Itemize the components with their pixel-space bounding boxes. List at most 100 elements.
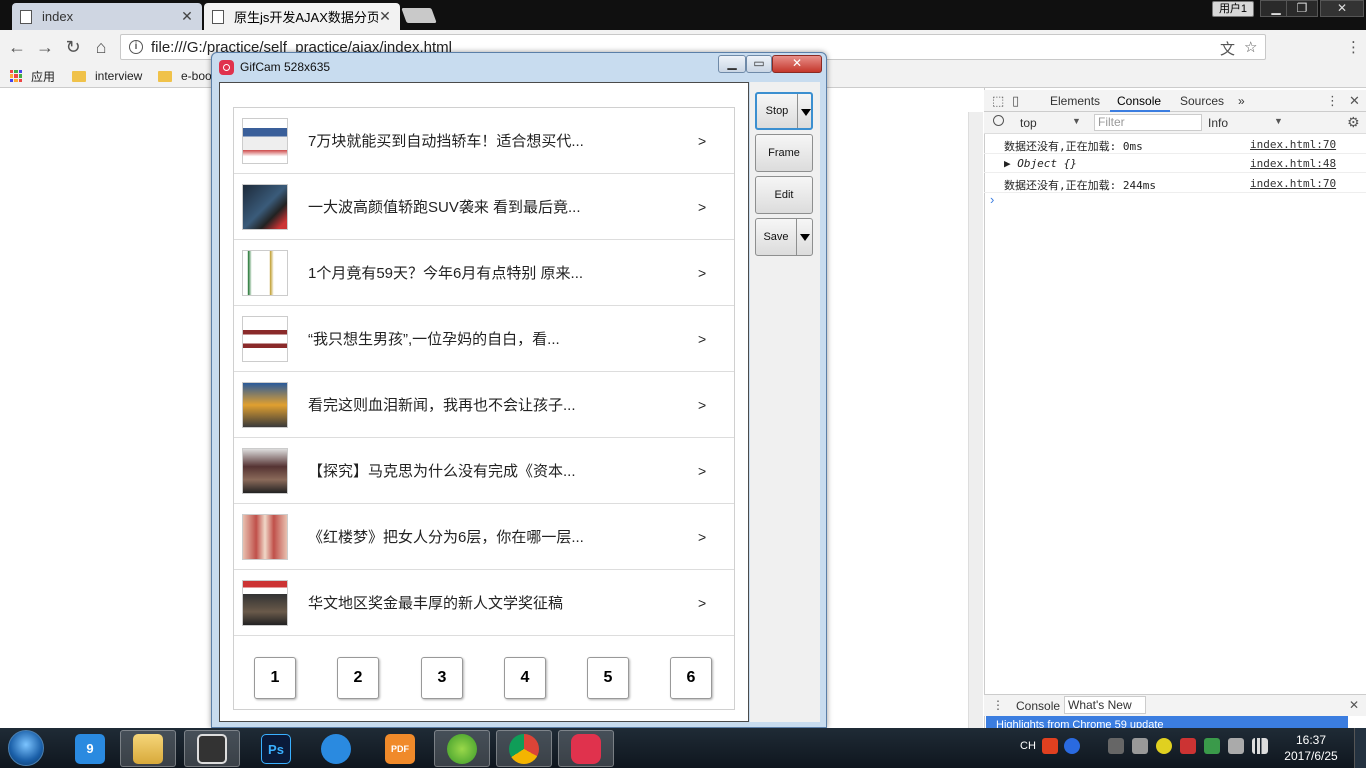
system-clock[interactable]: 16:37 2017/6/25 [1278, 732, 1344, 764]
tab-elements[interactable]: Elements [1050, 94, 1100, 108]
chevron-down-icon[interactable]: ▼ [1274, 116, 1283, 126]
help-icon[interactable] [1064, 738, 1080, 754]
taskbar-baidu-netdisk[interactable]: 9 [62, 730, 118, 767]
news-arrow[interactable]: > [698, 595, 734, 611]
profile-button[interactable]: 用户1 [1212, 1, 1254, 17]
show-desktop-button[interactable] [1354, 728, 1366, 768]
taskbar-gifcam[interactable] [558, 730, 614, 767]
news-item[interactable]: 华文地区奖金最丰厚的新人文学奖征稿 > [234, 570, 734, 636]
signal-icon[interactable] [1252, 738, 1268, 754]
sogou-ime-icon[interactable] [1042, 738, 1058, 754]
device-toolbar-icon[interactable]: ▯ [1012, 93, 1019, 109]
edit-button[interactable]: Edit [755, 176, 813, 214]
new-tab-button[interactable] [401, 8, 437, 23]
tab-sources[interactable]: Sources [1180, 94, 1224, 108]
close-devtools-icon[interactable]: ✕ [1349, 93, 1360, 109]
devtools-menu-icon[interactable]: ⋮ [1326, 93, 1339, 109]
console-object-entry[interactable]: ▶ Object {} [1004, 157, 1077, 170]
bookmark-ebook[interactable]: e-boo [158, 66, 212, 86]
menu-icon[interactable]: ⋮ [1346, 38, 1361, 56]
clear-console-icon[interactable] [993, 115, 1004, 126]
close-tab-icon[interactable]: ✕ [180, 8, 194, 25]
wechat-icon[interactable] [1228, 738, 1244, 754]
page-button-4[interactable]: 4 [504, 657, 546, 699]
save-button[interactable]: Save [755, 218, 813, 256]
news-title: 《红楼梦》把女人分为6层，你在哪一层... [308, 529, 584, 546]
gifcam-maximize-button[interactable]: ▭ [746, 55, 772, 73]
log-level-select[interactable]: Info [1208, 116, 1228, 130]
tab-ajax-pagination[interactable]: 原生js开发AJAX数据分页 ✕ [204, 3, 400, 30]
bookmark-star-icon[interactable]: ☆ [1244, 38, 1257, 56]
console-prompt[interactable]: › [990, 192, 994, 207]
tab-index[interactable]: index ✕ [12, 3, 202, 30]
drawer-tab-whats-new[interactable]: What's New ✕ [1064, 696, 1146, 728]
home-icon[interactable]: ⌂ [90, 36, 112, 58]
chevron-down-icon[interactable]: ▼ [1072, 116, 1081, 126]
page-button-3[interactable]: 3 [421, 657, 463, 699]
news-item[interactable]: 1个月竟有59天？今年6月有点特别 原来... > [234, 240, 734, 306]
console-source-link[interactable]: index.html:70 [1250, 177, 1336, 190]
network-icon[interactable] [1108, 738, 1124, 754]
maximize-button[interactable]: ❐ [1286, 0, 1318, 17]
stop-button[interactable]: Stop [755, 92, 813, 130]
news-title: 一大波高颜值轿跑SUV袭来 看到最后竟... [308, 199, 581, 216]
filter-input[interactable]: Filter [1094, 114, 1202, 131]
taskbar-feiq[interactable] [308, 730, 364, 767]
close-window-button[interactable]: ✕ [1320, 0, 1364, 17]
drawer-menu-icon[interactable]: ⋮ [992, 698, 1004, 712]
tray-plus-icon[interactable] [1156, 738, 1172, 754]
close-tab-icon[interactable]: ✕ [378, 8, 392, 25]
page-button-6[interactable]: 6 [670, 657, 712, 699]
bookmark-apps[interactable]: 应用 [10, 66, 55, 86]
input-method-indicator[interactable]: CH [1020, 740, 1036, 752]
dropdown-arrow-icon[interactable] [797, 94, 811, 128]
flag-icon[interactable] [1180, 738, 1196, 754]
gifcam-close-button[interactable]: ✕ [772, 55, 822, 73]
frame-button[interactable]: Frame [755, 134, 813, 172]
inspect-element-icon[interactable]: ⬚ [992, 93, 1004, 109]
back-icon[interactable]: ← [6, 36, 28, 58]
bookmark-interview[interactable]: interview [72, 66, 142, 86]
page-scrollbar[interactable] [968, 112, 983, 728]
news-item[interactable]: 【探究】马克思为什么没有完成《资本... > [234, 438, 734, 504]
context-select[interactable]: top [1020, 116, 1037, 130]
info-icon[interactable]: i [129, 40, 143, 54]
page-button-2[interactable]: 2 [337, 657, 379, 699]
news-arrow[interactable]: > [698, 463, 734, 479]
news-arrow[interactable]: > [698, 331, 734, 347]
reload-icon[interactable]: ↻ [62, 36, 84, 58]
feiq-icon [321, 733, 351, 764]
page-button-5[interactable]: 5 [587, 657, 629, 699]
drawer-tab-console[interactable]: Console [1016, 699, 1060, 713]
news-arrow[interactable]: > [698, 397, 734, 413]
news-arrow[interactable]: > [698, 529, 734, 545]
news-item[interactable]: 看完这则血泪新闻，我再也不会让孩子... > [234, 372, 734, 438]
taskbar-chrome[interactable] [496, 730, 552, 767]
news-arrow[interactable]: > [698, 133, 734, 149]
taskbar-sublime[interactable] [184, 730, 240, 767]
start-button[interactable] [8, 730, 44, 766]
settings-gear-icon[interactable]: ⚙ [1347, 114, 1360, 131]
console-source-link[interactable]: index.html:70 [1250, 138, 1336, 151]
news-item[interactable]: 《红楼梦》把女人分为6层，你在哪一层... > [234, 504, 734, 570]
news-item[interactable]: 一大波高颜值轿跑SUV袭来 看到最后竟... > [234, 174, 734, 240]
volume-icon[interactable] [1132, 738, 1148, 754]
dropdown-arrow-icon[interactable] [796, 219, 812, 255]
taskbar-file-explorer[interactable] [120, 730, 176, 767]
shield-icon[interactable] [1204, 738, 1220, 754]
translate-icon[interactable]: 文 [1220, 38, 1235, 59]
taskbar-photoshop[interactable]: Ps [248, 730, 304, 767]
more-tabs-icon[interactable]: » [1238, 94, 1245, 108]
console-source-link[interactable]: index.html:48 [1250, 157, 1336, 170]
forward-icon[interactable]: → [34, 36, 56, 58]
page-button-1[interactable]: 1 [254, 657, 296, 699]
news-item[interactable]: “我只想生男孩”,一位孕妈的自白，看... > [234, 306, 734, 372]
gifcam-minimize-button[interactable]: ▁ [718, 55, 746, 73]
news-arrow[interactable]: > [698, 199, 734, 215]
taskbar-pdf-reader[interactable]: PDF [372, 730, 428, 767]
news-arrow[interactable]: > [698, 265, 734, 281]
taskbar-green-app[interactable] [434, 730, 490, 767]
tab-console[interactable]: Console [1117, 94, 1161, 108]
news-item[interactable]: 7万块就能买到自动挡轿车！适合想买代... > [234, 108, 734, 174]
close-drawer-icon[interactable]: ✕ [1349, 698, 1359, 712]
